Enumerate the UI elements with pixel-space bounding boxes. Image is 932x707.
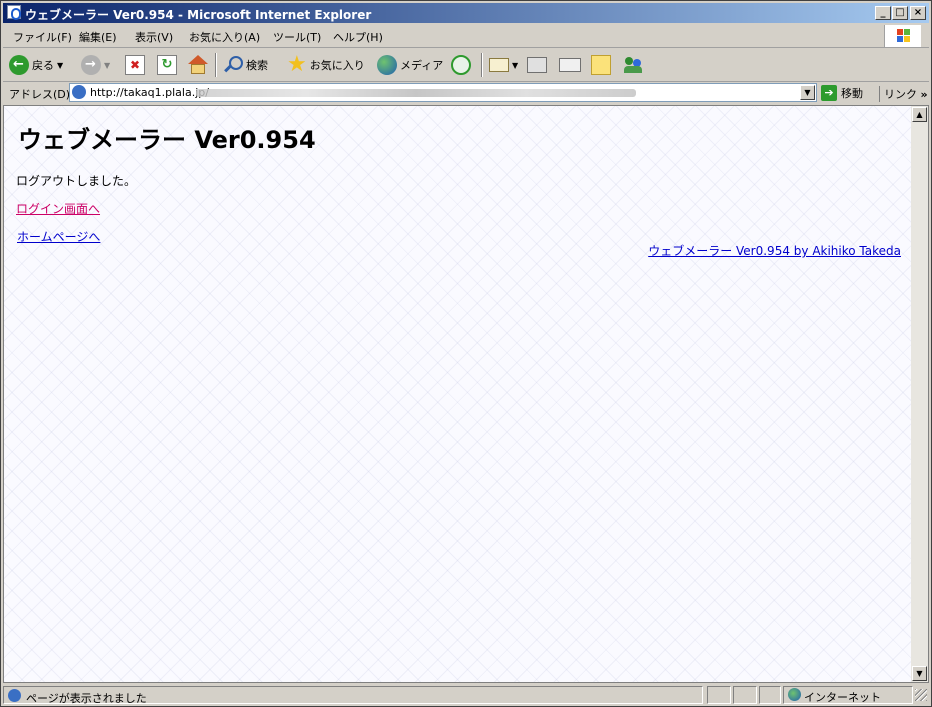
title-bar[interactable]: ウェブメーラー Ver0.954 - Microsoft Internet Ex… <box>3 3 929 23</box>
forward-arrow-icon: → <box>81 55 101 75</box>
internet-zone-globe-icon <box>788 688 801 701</box>
messenger-icon <box>623 55 645 75</box>
search-label: 検索 <box>246 59 268 72</box>
search-button[interactable]: 検索 <box>223 53 268 77</box>
stop-button[interactable]: ✖ <box>125 53 145 77</box>
star-icon: ★ <box>287 52 307 77</box>
history-button[interactable] <box>451 53 471 77</box>
page-icon <box>72 85 86 99</box>
edit-icon <box>559 58 581 72</box>
address-label: アドレス(D) <box>9 88 71 101</box>
status-cell <box>759 686 781 704</box>
close-button[interactable]: × <box>910 6 926 20</box>
address-url[interactable]: http://takaq1.plala.jp/ <box>90 86 209 99</box>
edit-button[interactable] <box>559 53 581 77</box>
home-icon <box>187 55 209 75</box>
back-arrow-icon: ← <box>9 55 29 75</box>
ie-icon <box>7 5 21 20</box>
refresh-icon: ↻ <box>157 55 177 75</box>
homepage-link[interactable]: ホームページへ <box>17 228 100 245</box>
go-button[interactable]: ➔ 移動 <box>821 83 863 103</box>
back-button[interactable]: ← 戻る ▼ <box>9 53 63 77</box>
toolbar-separator <box>481 53 483 77</box>
favorites-label: お気に入り <box>309 59 365 72</box>
menu-bar: ファイル(F) 編集(E) 表示(V) お気に入り(A) ツール(T) ヘルプ(… <box>3 25 929 48</box>
home-button[interactable] <box>187 53 209 77</box>
links-button[interactable]: リンク » <box>879 86 928 102</box>
back-label: 戻る <box>32 59 54 72</box>
media-button[interactable]: メディア <box>377 53 443 77</box>
go-label: 移動 <box>841 87 863 100</box>
mail-icon <box>489 58 509 72</box>
messenger-button[interactable] <box>623 53 645 77</box>
discuss-button[interactable] <box>591 53 611 77</box>
scroll-down-arrow-icon[interactable]: ▼ <box>912 666 927 681</box>
minimize-button[interactable]: _ <box>875 6 891 20</box>
browser-window: ウェブメーラー Ver0.954 - Microsoft Internet Ex… <box>0 0 932 707</box>
status-text: ページが表示されました <box>26 692 147 705</box>
address-bar: アドレス(D) http://takaq1.plala.jp/ ▼ ➔ 移動 リ… <box>3 82 929 104</box>
security-zone[interactable]: インターネット <box>783 686 913 704</box>
windows-logo-icon <box>884 25 921 47</box>
refresh-button[interactable]: ↻ <box>157 53 177 77</box>
resize-grip-icon[interactable] <box>915 689 927 701</box>
status-main: ページが表示されました <box>3 686 703 705</box>
toolbar-separator <box>215 53 217 77</box>
links-more-icon[interactable]: » <box>921 88 928 101</box>
standard-toolbar: ← 戻る ▼ → ▼ ✖ ↻ 検索 ★ お気に入り メディア ▼ <box>3 49 929 82</box>
links-label: リンク <box>884 88 917 101</box>
logout-message: ログアウトしました。 <box>16 174 137 188</box>
credit-link[interactable]: ウェブメーラー Ver0.954 by Akihiko Takeda <box>648 242 901 259</box>
print-button[interactable] <box>527 53 547 77</box>
stop-icon: ✖ <box>125 55 145 75</box>
address-dropdown-icon[interactable]: ▼ <box>800 85 815 100</box>
print-icon <box>527 57 547 73</box>
mail-dropdown-icon[interactable]: ▼ <box>512 61 518 70</box>
zone-label: インターネット <box>804 691 881 704</box>
page-content: ウェブメーラー Ver0.954 ログアウトしました。 ログイン画面へ ホームペ… <box>3 105 911 683</box>
status-cell <box>733 686 757 704</box>
scroll-up-arrow-icon[interactable]: ▲ <box>912 107 927 122</box>
status-cell <box>707 686 731 704</box>
search-icon <box>223 55 243 75</box>
forward-button[interactable]: → ▼ <box>81 53 110 77</box>
address-input[interactable]: http://takaq1.plala.jp/ ▼ <box>69 83 817 102</box>
login-link[interactable]: ログイン画面へ <box>16 200 100 217</box>
go-arrow-icon: ➔ <box>821 85 837 101</box>
mail-button[interactable]: ▼ <box>489 53 518 77</box>
redacted-url-part <box>196 89 636 97</box>
menu-edit[interactable]: 編集(E) <box>79 29 117 45</box>
page-status-icon <box>8 689 21 702</box>
menu-view[interactable]: 表示(V) <box>135 29 173 45</box>
menu-favorites[interactable]: お気に入り(A) <box>189 29 260 45</box>
history-icon <box>451 55 471 75</box>
favorites-button[interactable]: ★ お気に入り <box>287 53 365 77</box>
note-icon <box>591 55 611 75</box>
media-globe-icon <box>377 55 397 75</box>
page-title: ウェブメーラー Ver0.954 <box>18 126 316 154</box>
status-bar: ページが表示されました インターネット <box>3 685 929 705</box>
menu-tools[interactable]: ツール(T) <box>273 29 321 45</box>
window-title: ウェブメーラー Ver0.954 - Microsoft Internet Ex… <box>25 8 372 22</box>
vertical-scrollbar[interactable]: ▲ ▼ <box>911 105 929 683</box>
menu-file[interactable]: ファイル(F) <box>13 29 72 45</box>
menu-help[interactable]: ヘルプ(H) <box>333 29 383 45</box>
maximize-button[interactable]: □ <box>892 6 908 20</box>
back-dropdown-icon[interactable]: ▼ <box>57 61 63 70</box>
forward-dropdown-icon[interactable]: ▼ <box>104 61 110 70</box>
media-label: メディア <box>400 59 444 72</box>
